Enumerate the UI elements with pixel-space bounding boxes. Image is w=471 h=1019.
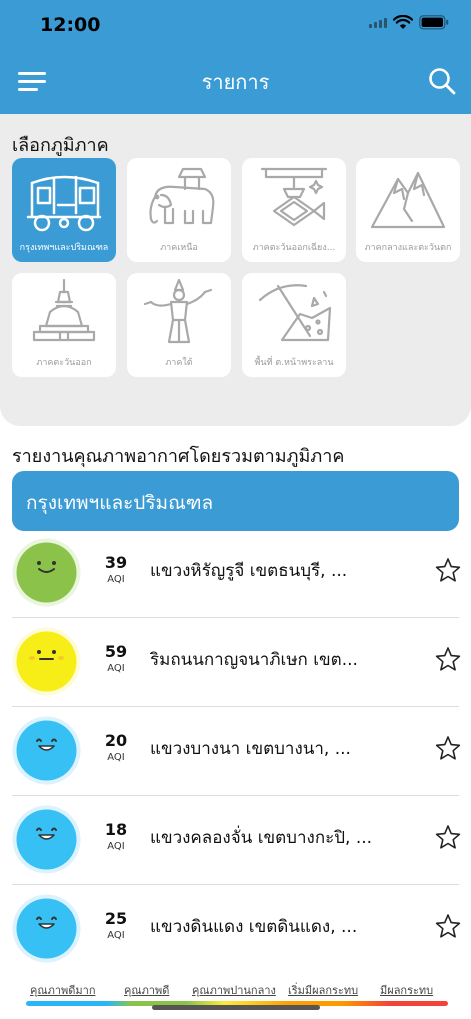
wifi-icon [393, 15, 413, 29]
aqi-value: 39 [104, 553, 128, 572]
cellular-signal-icon [369, 17, 387, 28]
region-label: กรุงเทพฯและปริมณฑล [19, 243, 109, 253]
legend-very-good[interactable]: คุณภาพดีมาก [30, 981, 95, 999]
pickaxe-icon [258, 284, 332, 342]
aqi-label: AQI [107, 930, 125, 941]
aqi-label: AQI [107, 752, 125, 763]
elephant-icon [149, 167, 215, 225]
aqi-label: AQI [107, 574, 125, 585]
status-time: 12:00 [40, 14, 101, 36]
region-label: ภาคเหนือ [160, 243, 198, 253]
very-good-face-icon [12, 805, 81, 874]
station-row[interactable]: 39 AQI แขวงหิรัญรูจี เขตธนบุรี, ... [0, 529, 471, 618]
star-icon[interactable] [435, 735, 461, 761]
region-tile-northeast[interactable]: ภาคตะวันออกเฉียง... [242, 158, 346, 262]
region-label: ภาคตะวันออก [36, 358, 92, 368]
region-tile-north[interactable]: ภาคเหนือ [127, 158, 231, 262]
region-label: ภาคกลางและตะวันตก [364, 243, 452, 253]
aqi-label: AQI [107, 663, 125, 674]
aqi-legend: คุณภาพดีมาก คุณภาพดี คุณภาพปานกลาง เริ่ม… [26, 981, 448, 1006]
fish-lantern-icon [260, 167, 328, 227]
home-indicator [152, 1005, 320, 1010]
station-name: แขวงดินแดง เขตดินแดง, ... [150, 917, 358, 937]
good-face-icon [12, 538, 81, 607]
region-banner: กรุงเทพฯและปริมณฑล [12, 471, 459, 531]
aqi-value: 25 [104, 909, 128, 928]
aqi-value: 59 [104, 642, 128, 661]
status-bar: 12:00 [0, 0, 471, 50]
aqi-label: AQI [107, 841, 125, 852]
stupa-icon [32, 278, 96, 342]
station-row[interactable]: 25 AQI แขวงดินแดง เขตดินแดง, ... [0, 885, 471, 974]
region-tile-na-phra-lan[interactable]: พื้นที่ ต.หน้าพระลาน [242, 273, 346, 377]
region-selector-panel: เลือกภูมิภาค กรุงเทพฯและปริมณฑล ภาคเหนือ [0, 114, 471, 426]
legend-starting-effect[interactable]: เริ่มมีผลกระทบ [288, 981, 358, 999]
region-heading: เลือกภูมิภาค [12, 135, 109, 156]
region-tile-central-west[interactable]: ภาคกลางและตะวันตก [356, 158, 460, 262]
station-name: แขวงหิรัญรูจี เขตธนบุรี, ... [150, 561, 348, 581]
search-icon[interactable] [427, 66, 457, 96]
battery-icon [419, 15, 449, 30]
region-tile-south[interactable]: ภาคใต้ [127, 273, 231, 377]
region-tile-east[interactable]: ภาคตะวันออก [12, 273, 116, 377]
station-row[interactable]: 18 AQI แขวงคลองจั่น เขตบางกะปิ, ... [0, 796, 471, 885]
station-row[interactable]: 59 AQI ริมถนนกาญจนาภิเษก เขต... [0, 618, 471, 707]
report-heading: รายงานคุณภาพอากาศโดยรวมตามภูมิภาค [12, 446, 345, 467]
station-name: แขวงบางนา เขตบางนา, ... [150, 739, 351, 759]
star-icon[interactable] [435, 824, 461, 850]
legend-unhealthy[interactable]: มีผลกระทบ [380, 981, 433, 999]
station-name: ริมถนนกาญจนาภิเษก เขต... [150, 650, 358, 670]
page-title: รายการ [201, 70, 270, 94]
region-label: ภาคตะวันออกเฉียง... [252, 243, 336, 253]
aqi-value: 20 [104, 731, 128, 750]
very-good-face-icon [12, 716, 81, 785]
legend-good[interactable]: คุณภาพดี [124, 981, 169, 999]
aqi-value: 18 [104, 820, 128, 839]
tuk-tuk-icon [26, 175, 102, 232]
region-label: พื้นที่ ต.หน้าพระลาน [254, 358, 334, 368]
app-header: 12:00 รายการ [0, 0, 471, 114]
star-icon[interactable] [435, 913, 461, 939]
star-icon[interactable] [435, 557, 461, 583]
moderate-face-icon [12, 627, 81, 696]
legend-moderate[interactable]: คุณภาพปานกลาง [192, 981, 276, 999]
dancer-icon [143, 278, 213, 344]
region-tile-bangkok[interactable]: กรุงเทพฯและปริมณฑล [12, 158, 116, 262]
region-label: ภาคใต้ [165, 358, 193, 368]
station-row[interactable]: 20 AQI แขวงบางนา เขตบางนา, ... [0, 707, 471, 796]
station-name: แขวงคลองจั่น เขตบางกะปิ, ... [150, 828, 373, 848]
star-icon[interactable] [435, 646, 461, 672]
mountain-icon [370, 171, 446, 229]
status-icons [369, 15, 449, 30]
very-good-face-icon [12, 894, 81, 963]
